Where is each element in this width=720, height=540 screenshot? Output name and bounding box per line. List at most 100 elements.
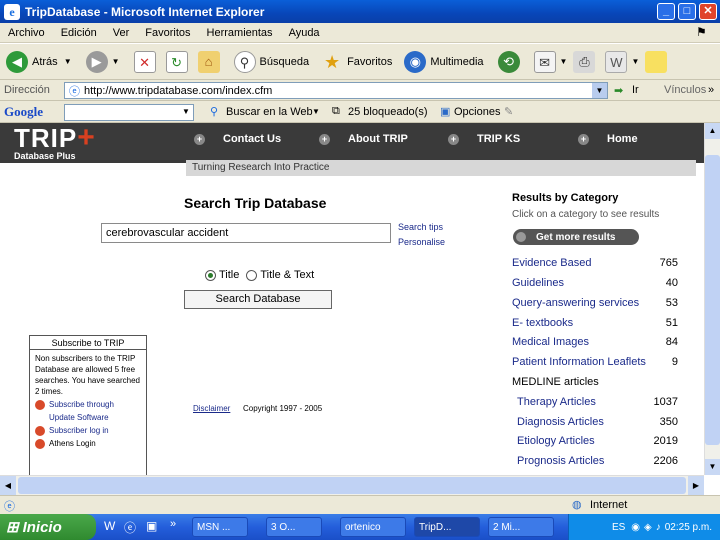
- clock[interactable]: 02:25 p.m.: [665, 522, 712, 533]
- scroll-left-icon[interactable]: ◀: [0, 476, 16, 495]
- search-query-input[interactable]: cerebrovascular accident: [101, 223, 391, 243]
- popup-blocker-icon: ⧉: [332, 105, 340, 117]
- chevron-right-icon[interactable]: »: [708, 84, 714, 96]
- category-row[interactable]: Medical Images 84: [512, 336, 678, 348]
- notes-button[interactable]: [645, 50, 671, 73]
- start-button[interactable]: ⊞ Inicio: [0, 514, 96, 540]
- quicklaunch-ie-icon[interactable]: ⓔ: [124, 519, 136, 536]
- category-row[interactable]: E- textbooks 51: [512, 317, 678, 329]
- subscribe-heading: Subscribe to TRIP: [30, 336, 146, 350]
- nav-contact-us[interactable]: + Contact Us: [194, 133, 281, 145]
- scroll-down-icon[interactable]: ▼: [705, 459, 720, 475]
- history-button[interactable]: ⟲: [497, 50, 524, 73]
- menu-ayuda[interactable]: Ayuda: [289, 27, 320, 39]
- nav-trip-ks[interactable]: + TRIP KS: [448, 133, 520, 145]
- toolbar: ◀ Atrás ▼ ▶ ▼ ✕ ↻ ⌂ ⚲ Búsqueda ★ Favoritos…: [0, 44, 720, 80]
- menu-edicion[interactable]: Edición: [61, 27, 97, 39]
- plus-icon: +: [319, 133, 330, 145]
- nav-about-trip[interactable]: + About TRIP: [319, 133, 408, 145]
- stop-button[interactable]: ✕: [133, 50, 160, 73]
- athens-login-link[interactable]: Athens Login: [35, 438, 141, 449]
- vertical-scrollbar[interactable]: ▲ ▼: [704, 123, 720, 475]
- horizontal-scrollbar[interactable]: ◀ ▶: [0, 475, 704, 495]
- go-button[interactable]: Ir: [632, 84, 639, 96]
- back-button[interactable]: ◀ Atrás ▼: [6, 50, 72, 73]
- chevron-down-icon[interactable]: ▼: [312, 107, 320, 116]
- language-indicator[interactable]: ES: [612, 522, 625, 533]
- scroll-right-icon[interactable]: ▶: [688, 476, 704, 495]
- system-tray: ES ◉ ◈ ♪ 02:25 p.m.: [568, 514, 720, 540]
- favorites-button[interactable]: ★ Favoritos: [321, 51, 392, 73]
- task-mi[interactable]: 2 Mi...: [488, 517, 554, 537]
- google-search-web-button[interactable]: Buscar en la Web: [226, 106, 313, 118]
- window-title-bar[interactable]: e TripDatabase - Microsoft Internet Expl…: [0, 0, 720, 23]
- subscriber-login-link[interactable]: Subscriber log in: [35, 425, 141, 436]
- medline-row[interactable]: Therapy Articles 1037: [517, 396, 678, 408]
- speaker-icon[interactable]: ♪: [656, 522, 661, 533]
- h-scroll-thumb[interactable]: [18, 477, 686, 494]
- trip-logo[interactable]: TRIP+ Database Plus: [14, 123, 134, 163]
- quicklaunch-desktop-icon[interactable]: ▣: [146, 519, 157, 533]
- menu-favoritos[interactable]: Favoritos: [145, 27, 190, 39]
- google-logo[interactable]: Google: [4, 104, 43, 120]
- mail-icon: ✉: [533, 50, 556, 73]
- nav-home[interactable]: + Home: [578, 133, 638, 145]
- category-row[interactable]: Evidence Based 765: [512, 257, 678, 269]
- medline-heading: MEDLINE articles: [512, 376, 599, 388]
- scroll-thumb[interactable]: [705, 155, 720, 445]
- google-options-button[interactable]: Opciones: [454, 106, 500, 118]
- pencil-icon[interactable]: ✎: [504, 105, 513, 118]
- media-button[interactable]: ◉ Multimedia: [404, 50, 484, 73]
- tray-icon[interactable]: ◉: [631, 522, 640, 533]
- category-row[interactable]: Patient Information Leaflets 9: [512, 356, 678, 368]
- menu-herramientas[interactable]: Herramientas: [207, 27, 273, 39]
- menu-archivo[interactable]: Archivo: [8, 27, 45, 39]
- address-input[interactable]: ⓔ http://www.tripdatabase.com/index.cfm …: [64, 82, 608, 99]
- radio-title-text[interactable]: [246, 269, 258, 281]
- popup-blocked-count[interactable]: 25 bloqueado(s): [348, 106, 428, 118]
- go-arrow-icon[interactable]: ➡: [614, 84, 623, 97]
- edit-button[interactable]: W ▼: [605, 50, 639, 73]
- minimize-button[interactable]: _: [657, 3, 675, 20]
- refresh-button[interactable]: ↻: [165, 50, 192, 73]
- close-button[interactable]: ✕: [699, 3, 717, 20]
- windows-logo-icon: ⊞: [6, 519, 19, 536]
- arrow-icon: [35, 438, 45, 449]
- print-button[interactable]: ⎙: [573, 50, 599, 73]
- menu-ver[interactable]: Ver: [113, 27, 130, 39]
- radio-title[interactable]: [205, 269, 216, 281]
- medline-row[interactable]: Diagnosis Articles 350: [517, 416, 678, 428]
- get-more-results-button[interactable]: Get more results: [513, 229, 639, 245]
- maximize-button[interactable]: □: [678, 3, 696, 20]
- results-title: Results by Category: [512, 192, 619, 204]
- chevron-right-icon[interactable]: »: [170, 518, 176, 530]
- mail-button[interactable]: ✉ ▼: [533, 50, 567, 73]
- medline-row[interactable]: Prognosis Articles 2206: [517, 455, 678, 467]
- task-tripdatabase[interactable]: TripD...: [414, 517, 480, 537]
- home-button[interactable]: ⌂: [197, 50, 224, 73]
- search-button[interactable]: ⚲ Búsqueda: [233, 50, 309, 73]
- chevron-down-icon[interactable]: ▼: [182, 107, 190, 116]
- task-ortenico[interactable]: ortenico: [340, 517, 406, 537]
- disclaimer-link[interactable]: Disclaimer: [193, 404, 230, 413]
- task-outlook[interactable]: 3 O...: [266, 517, 322, 537]
- scroll-up-icon[interactable]: ▲: [705, 123, 720, 139]
- medline-row[interactable]: Etiology Articles 2019: [517, 435, 678, 447]
- page-status-icon: ⓔ: [4, 501, 15, 513]
- category-row[interactable]: Guidelines 40: [512, 277, 678, 289]
- links-label[interactable]: Vínculos: [664, 84, 706, 96]
- quicklaunch-word-icon[interactable]: W: [104, 519, 115, 533]
- google-search-input[interactable]: [64, 104, 194, 121]
- address-dropdown-icon[interactable]: ▼: [592, 83, 607, 98]
- forward-button[interactable]: ▶ ▼: [85, 50, 120, 73]
- personalise-link[interactable]: Personalise: [398, 237, 445, 247]
- category-row[interactable]: Query-answering services 53: [512, 297, 678, 309]
- zone-label: Internet: [590, 499, 628, 511]
- update-software-link[interactable]: Update Software: [35, 412, 141, 423]
- google-toolbar: Google ▼ ⚲ Buscar en la Web ▼ ⧉ 25 bloqu…: [0, 101, 720, 123]
- task-msn[interactable]: MSN ...: [192, 517, 248, 537]
- search-tips-link[interactable]: Search tips: [398, 222, 443, 232]
- search-database-button[interactable]: Search Database: [184, 290, 332, 309]
- tray-icon[interactable]: ◈: [644, 522, 652, 533]
- subscribe-through-link[interactable]: Subscribe through: [35, 399, 141, 410]
